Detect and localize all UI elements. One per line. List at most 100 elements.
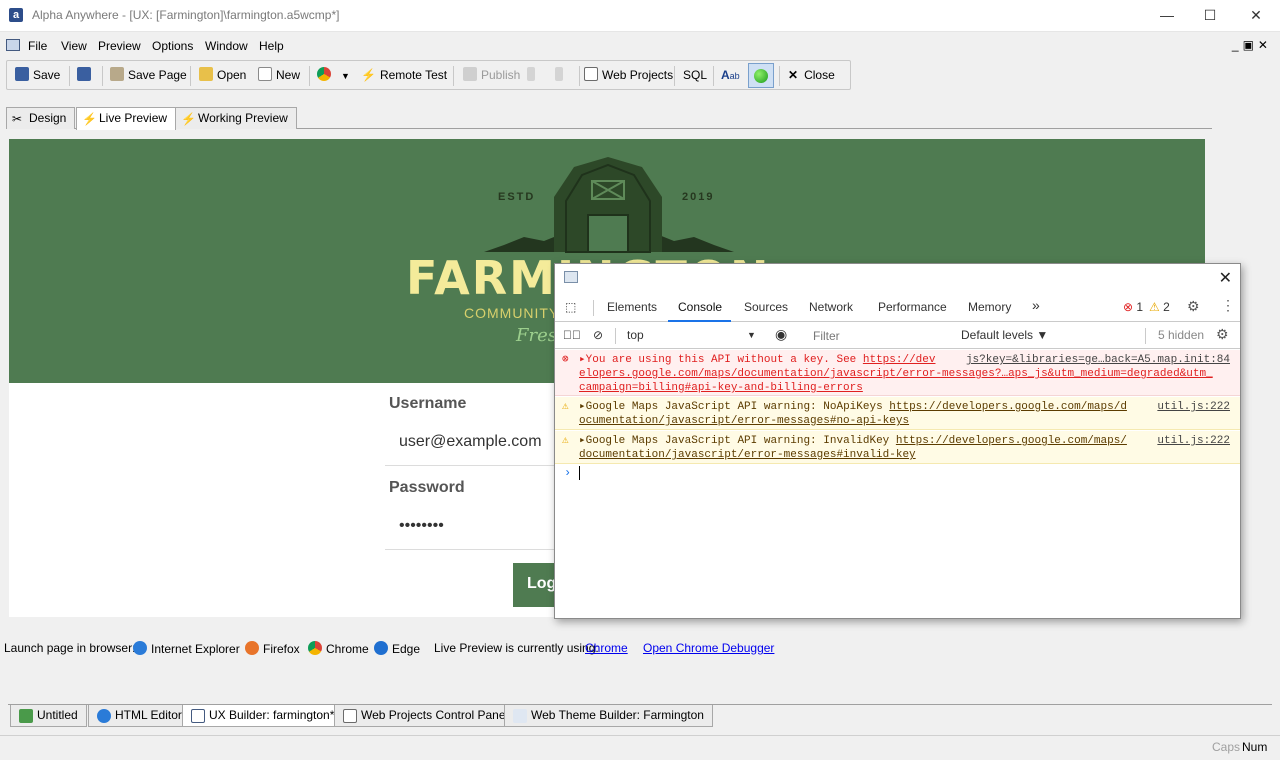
doc-tab-untitled[interactable]: Untitled <box>10 705 87 727</box>
theme-icon <box>513 709 527 723</box>
live-toggle-button[interactable] <box>748 63 774 88</box>
web-projects-button[interactable]: Web Projects <box>584 67 673 85</box>
mobile-icon <box>527 67 535 81</box>
log-levels-select[interactable]: Default levels ▼ <box>961 328 1048 342</box>
doc-tab-web-projects[interactable]: Web Projects Control Panel <box>334 705 518 727</box>
tab-working-preview[interactable]: ⚡ Working Preview <box>175 107 297 129</box>
warning-doc-link[interactable]: https://developers.google.com/maps/ <box>896 435 1127 447</box>
warning-doc-link[interactable]: https://developers.google.com/maps/d <box>889 401 1127 413</box>
tab-elements[interactable]: Elements <box>607 300 657 314</box>
launch-edge[interactable]: Edge <box>374 641 420 656</box>
password-input[interactable]: •••••••• <box>399 517 444 535</box>
console-error-message[interactable]: ⊗ ▸You are using this API without a key.… <box>555 350 1240 396</box>
inspect-element-icon[interactable]: ⬚ <box>565 300 576 314</box>
chevron-down-icon[interactable]: ▼ <box>747 330 756 340</box>
console-filter-input[interactable] <box>807 326 953 346</box>
launch-firefox[interactable]: Firefox <box>245 641 300 656</box>
tab-sources[interactable]: Sources <box>744 300 788 314</box>
settings-gear-icon[interactable]: ⚙ <box>1187 298 1200 315</box>
new-button[interactable]: New <box>258 67 300 85</box>
warning-source-link[interactable]: util.js:222 <box>1157 400 1230 414</box>
font-style-button[interactable]: Aab <box>721 67 740 85</box>
warning-source-link[interactable]: util.js:222 <box>1157 434 1230 448</box>
toolbar-separator <box>453 66 454 86</box>
browser-select-button[interactable]: ▼ <box>317 67 350 85</box>
upload-button[interactable] <box>555 67 567 85</box>
open-chrome-debugger-link[interactable]: Open Chrome Debugger <box>643 641 774 655</box>
save-all-button[interactable] <box>77 67 95 85</box>
menu-file[interactable]: File <box>28 39 47 53</box>
username-underline <box>385 465 565 466</box>
error-source-link[interactable]: js?key=&libraries=ge…back=A5.map.init:84 <box>966 353 1230 367</box>
document-menu-icon[interactable] <box>6 39 20 51</box>
tab-live-preview[interactable]: ⚡ Live Preview <box>76 107 177 130</box>
caps-lock-indicator: Caps <box>1212 740 1241 754</box>
tab-network[interactable]: Network <box>809 300 853 314</box>
username-input[interactable]: user@example.com <box>399 433 542 451</box>
sql-button[interactable]: SQL <box>683 67 707 85</box>
lightning-icon: ⚡ <box>361 68 376 82</box>
launch-internet-explorer[interactable]: Internet Explorer <box>133 641 240 656</box>
tab-performance[interactable]: Performance <box>878 300 947 314</box>
live-expression-eye-icon[interactable]: ◉ <box>775 326 787 343</box>
devtools-tab-bar: ⬚ Elements Console Sources Network Perfo… <box>555 294 1240 322</box>
menu-window[interactable]: Window <box>205 39 248 53</box>
toolbar-separator <box>579 66 580 86</box>
error-count-icon[interactable]: ⊗ 1 <box>1123 300 1143 314</box>
open-button[interactable]: Open <box>199 67 246 85</box>
doc-tab-ux-builder[interactable]: UX Builder: farmington* <box>182 705 344 727</box>
save-button[interactable]: Save <box>15 67 60 85</box>
window-title: Alpha Anywhere - [UX: [Farmington]\farmi… <box>32 8 340 22</box>
toolbar-separator <box>713 66 714 86</box>
toolbar-separator <box>309 66 310 86</box>
warning-count-icon[interactable]: ⚠ 2 <box>1149 300 1170 314</box>
minimize-button[interactable]: — <box>1144 0 1190 31</box>
mobile-preview-button[interactable] <box>527 67 539 85</box>
mdi-window-controls[interactable]: _▣✕ <box>1232 38 1272 52</box>
console-input[interactable] <box>579 466 580 480</box>
warning-icon: ⚠ <box>562 435 569 447</box>
tab-design[interactable]: ✂ Design <box>6 107 76 129</box>
num-lock-indicator: Num <box>1242 740 1268 754</box>
publish-button[interactable]: Publish <box>463 67 520 85</box>
menu-options[interactable]: Options <box>152 39 193 53</box>
menu-view[interactable]: View <box>61 39 87 53</box>
live-preview-using-label: Live Preview is currently using: <box>434 641 599 655</box>
warning-icon: ⚠ <box>562 401 569 413</box>
remote-test-button[interactable]: ⚡ Remote Test <box>361 67 447 85</box>
divider <box>615 328 616 344</box>
launch-chrome[interactable]: Chrome <box>308 641 369 656</box>
toolbar-separator <box>779 66 780 86</box>
chevron-down-icon: ▼ <box>341 71 350 81</box>
live-preview-browser-link[interactable]: Chrome <box>585 641 628 655</box>
close-window-button[interactable]: ✕ <box>1233 0 1279 31</box>
toolbar-separator <box>102 66 103 86</box>
tab-console[interactable]: Console <box>678 300 722 314</box>
more-tabs-button[interactable]: » <box>1032 297 1040 313</box>
year-label: 2019 <box>682 191 715 203</box>
save-page-button[interactable]: Save Page <box>110 67 187 85</box>
active-tab-indicator <box>668 320 731 322</box>
doc-tab-web-theme-builder[interactable]: Web Theme Builder: Farmington <box>504 705 713 727</box>
designer-tab-strip: ✂ Design ⚡ Live Preview ⚡ Working Preview <box>6 107 1212 130</box>
devtools-close-icon[interactable]: ✕ <box>1219 268 1232 288</box>
launch-label: Launch page in browser: <box>4 641 136 655</box>
kebab-menu-icon[interactable]: ⋮ <box>1221 297 1235 314</box>
alpha-anywhere-logo-icon: a <box>9 8 23 22</box>
menu-preview[interactable]: Preview <box>98 39 141 53</box>
console-warning-message[interactable]: ⚠ ▸Google Maps JavaScript API warning: N… <box>555 397 1240 430</box>
clear-console-icon[interactable]: ⊘ <box>593 328 603 342</box>
text-style-icon: A <box>721 68 730 82</box>
menu-help[interactable]: Help <box>259 39 284 53</box>
maximize-button[interactable]: ☐ <box>1187 0 1233 31</box>
console-warning-message[interactable]: ⚠ ▸Google Maps JavaScript API warning: I… <box>555 431 1240 464</box>
context-select[interactable]: top <box>627 328 644 342</box>
console-settings-gear-icon[interactable]: ⚙ <box>1216 326 1229 343</box>
publish-icon <box>463 67 477 81</box>
sidebar-toggle-icon[interactable]: ▸⃞ <box>563 328 581 342</box>
error-doc-link[interactable]: https://dev <box>863 354 936 366</box>
close-button[interactable]: ✕ Close <box>788 67 835 85</box>
tab-memory[interactable]: Memory <box>968 300 1011 314</box>
doc-tab-html-editor[interactable]: HTML Editor <box>88 705 191 727</box>
close-icon: ✕ <box>788 68 799 82</box>
